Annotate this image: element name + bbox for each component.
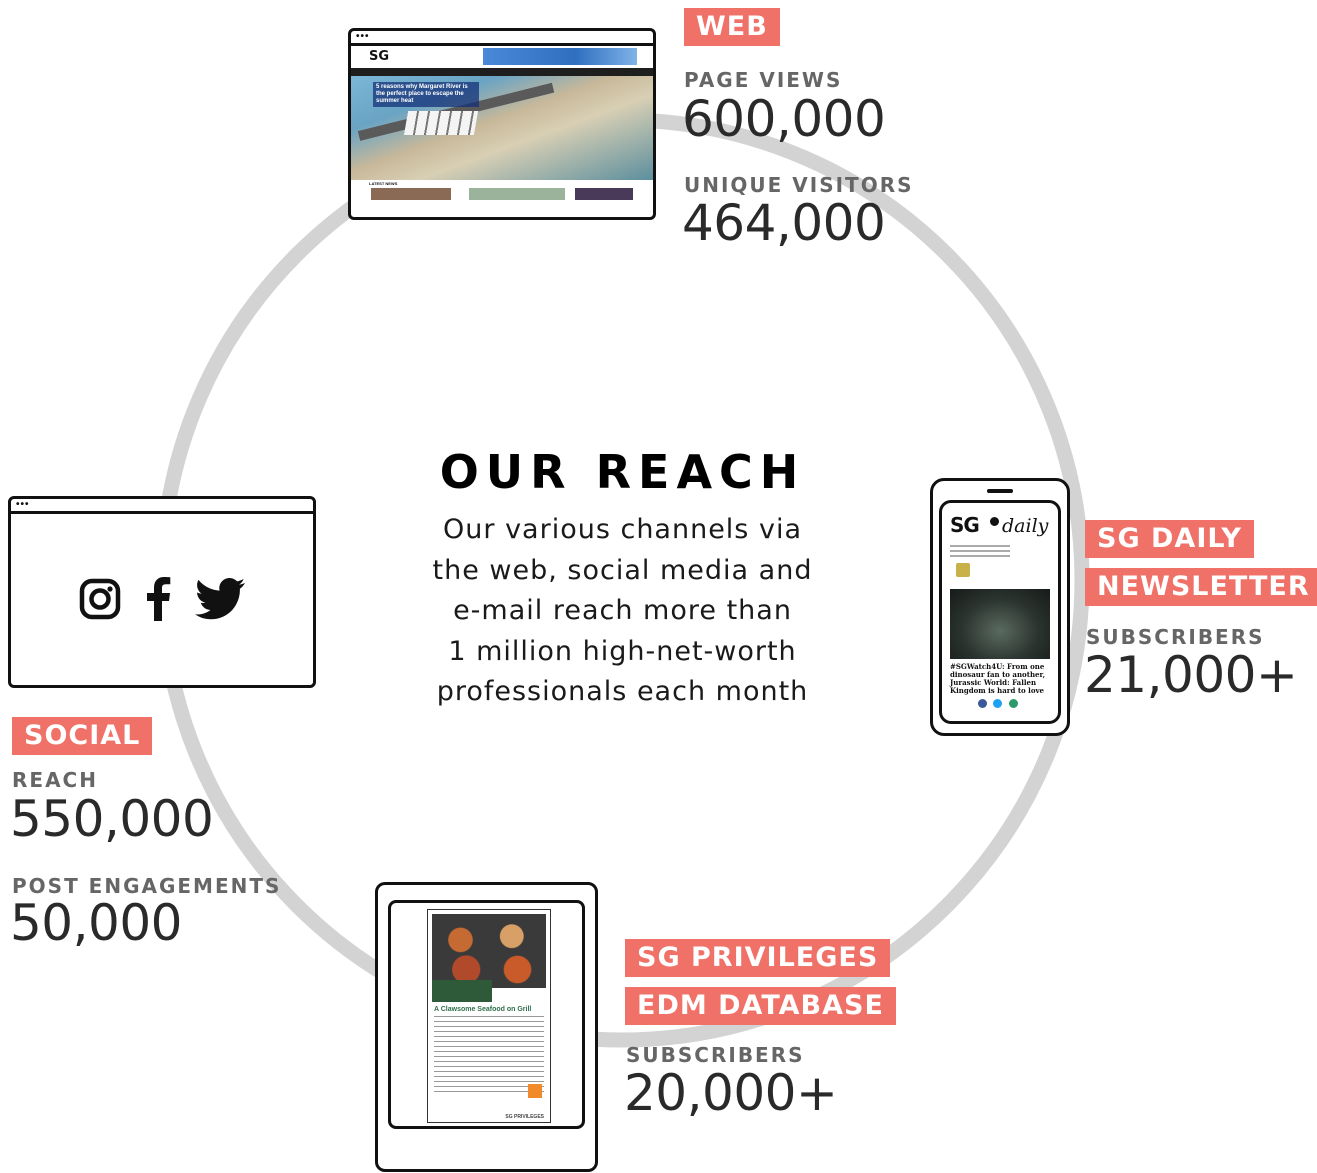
description-line: e-mail reach more than — [453, 595, 792, 626]
social-icons — [11, 577, 313, 621]
web-page-views-value: 600,000 — [682, 90, 886, 148]
facebook-icon — [147, 577, 171, 621]
center-description: Our various channels via the web, social… — [405, 510, 840, 713]
edm-footer-brand: SG PRIVILEGES — [505, 1114, 544, 1120]
edm-food-photo — [432, 914, 546, 988]
social-tag: SOCIAL — [12, 717, 153, 755]
newsletter-tag-line1: SG DAILY — [1085, 520, 1254, 558]
web-browser-mockup: ••• SG 5 reasons why Margaret River is t… — [348, 28, 656, 220]
social-engagements-value: 50,000 — [10, 894, 182, 952]
newsletter-subscribers-value: 21,000+ — [1084, 646, 1298, 704]
social-reach-label: REACH — [12, 768, 98, 792]
edm-title: A Clawsome Seafood on Grill — [434, 1006, 532, 1013]
newsletter-phone-mockup: SG daily #SGWatch4U: From one dinosaur f… — [930, 478, 1070, 736]
description-line: Our various channels via — [443, 514, 802, 545]
edm-subscribers-value: 20,000+ — [624, 1064, 838, 1122]
latest-news-label: LATEST NEWS — [369, 181, 398, 186]
edm-brand-block — [432, 980, 492, 1002]
edm-tag-line1: SG PRIVILEGES — [625, 939, 891, 977]
web-unique-visitors-value: 464,000 — [682, 194, 886, 252]
site-nav-bar — [351, 68, 653, 76]
sponsor-logo — [956, 563, 970, 577]
brand-dot-icon — [990, 517, 999, 526]
description-line: the web, social media and — [432, 554, 813, 586]
newsletter-hero-image — [950, 589, 1050, 659]
newsletter-tag-line2: NEWSLETTER — [1085, 568, 1317, 606]
window-dots-icon: ••• — [356, 31, 370, 42]
site-latest-news: LATEST NEWS — [351, 180, 653, 200]
newsletter-caption: #SGWatch4U: From one dinosaur fan to ano… — [950, 662, 1046, 695]
phone-speaker — [987, 489, 1013, 493]
edm-tablet-mockup: A Clawsome Seafood on Grill SG PRIVILEGE… — [375, 882, 598, 1172]
edm-logo-badge — [528, 1084, 542, 1098]
site-banner-ad — [483, 48, 637, 65]
twitter-icon — [195, 578, 246, 620]
newsletter-intro-text — [950, 545, 1010, 559]
center-title: OUR REACH — [439, 445, 806, 499]
facebook-share-icon — [978, 699, 987, 708]
email-share-icon — [1008, 699, 1018, 708]
newsletter-brand-sg: SG — [950, 513, 980, 537]
tablet-screen: A Clawsome Seafood on Grill SG PRIVILEGE… — [388, 900, 585, 1129]
newsletter-brand-daily: daily — [1002, 515, 1049, 537]
site-hero-image: 5 reasons why Margaret River is the perf… — [351, 76, 653, 180]
phone-screen: SG daily #SGWatch4U: From one dinosaur f… — [939, 500, 1061, 724]
edm-tag-line2: EDM DATABASE — [625, 987, 896, 1025]
social-reach-value: 550,000 — [10, 790, 214, 848]
web-tag: WEB — [684, 8, 780, 46]
share-icons — [978, 695, 1020, 713]
site-logo: SG — [369, 49, 390, 64]
description-line: 1 million high-net-worth — [448, 635, 797, 667]
edm-page: A Clawsome Seafood on Grill SG PRIVILEGE… — [427, 909, 551, 1123]
news-thumb — [575, 188, 633, 200]
newsletter-brand: SG daily — [946, 509, 1054, 539]
web-page-views-label: PAGE VIEWS — [684, 68, 843, 92]
news-thumb — [469, 188, 565, 200]
twitter-share-icon — [993, 699, 1003, 708]
hero-headline: 5 reasons why Margaret River is the perf… — [373, 82, 479, 107]
site-header: SG — [351, 46, 653, 68]
news-thumb — [371, 188, 451, 200]
social-browser-mockup: ••• — [8, 496, 316, 688]
instagram-icon — [79, 578, 120, 620]
browser-titlebar: ••• — [11, 499, 313, 514]
description-line: professionals each month — [436, 676, 809, 707]
hero-roofs — [403, 111, 479, 135]
window-dots-icon: ••• — [16, 499, 30, 510]
browser-titlebar: ••• — [351, 31, 653, 46]
